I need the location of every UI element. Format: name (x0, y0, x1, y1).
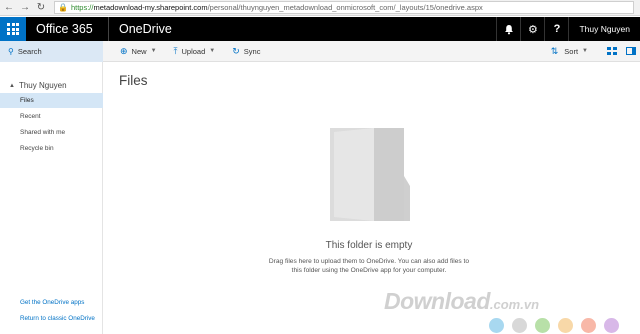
tiles-view-icon[interactable] (602, 41, 622, 62)
bell-icon[interactable] (496, 17, 520, 41)
new-button[interactable]: ⊕ New ▼ (120, 46, 157, 57)
empty-state-description: Drag files here to upload them to OneDri… (268, 258, 470, 274)
nav-item-files[interactable]: Files (0, 93, 103, 108)
watermark-dot (581, 318, 596, 333)
reload-icon[interactable]: ↻ (34, 1, 48, 15)
back-arrow-icon[interactable]: ← (2, 1, 16, 15)
nav-owner-label: Thuy Nguyen (18, 81, 67, 90)
search-icon: ⚲ (8, 46, 14, 56)
nav-owner[interactable]: ▲ Thuy Nguyen (9, 81, 67, 90)
sort-label: Sort (564, 46, 579, 56)
url-scheme: https:// (70, 3, 94, 12)
nav-item-shared[interactable]: Shared with me (0, 125, 103, 140)
watermark-dot (558, 318, 573, 333)
suite-bar: Office 365 OneDrive ⚙ ? Thuy Nguyen (0, 17, 640, 41)
sort-icon: ⇅ (550, 45, 559, 56)
browser-toolbar: ← → ↻ 🔒 https://metadownload-my.sharepoi… (0, 0, 640, 16)
chevron-down-icon: ▼ (209, 48, 216, 54)
watermark-text: Download (384, 288, 490, 314)
waffle-icon (7, 23, 19, 35)
new-label: New (131, 46, 147, 56)
plus-icon: ⊕ (120, 45, 128, 56)
chevron-up-icon: ▲ (9, 82, 15, 89)
search-input[interactable]: ⚲ Search (0, 40, 103, 62)
gear-icon[interactable]: ⚙ (520, 17, 544, 41)
command-bar: ⚲ Search ⊕ New ▼ ⤒ Upload ▼ ↻ Sync ⇅ Sor… (0, 40, 640, 62)
help-icon[interactable]: ? (544, 17, 568, 41)
download-watermark-logo: Download.com.vn (384, 288, 624, 314)
watermark-suffix: .com.vn (489, 297, 540, 312)
office-brand[interactable]: Office 365 (36, 22, 100, 36)
url-domain: metadownload-my.sharepoint.com (93, 3, 208, 12)
nav-item-recent[interactable]: Recent (0, 109, 103, 124)
upload-icon: ⤒ (173, 45, 178, 56)
sync-label: Sync (243, 46, 261, 56)
sort-button[interactable]: ⇅ Sort ▼ (551, 46, 588, 57)
watermark-dots (489, 318, 619, 333)
details-pane-icon[interactable] (622, 41, 640, 62)
left-nav: ▲ Thuy Nguyen Files Recent Shared with m… (0, 62, 103, 334)
forward-arrow-icon[interactable]: → (18, 1, 32, 15)
upload-button[interactable]: ⤒ Upload ▼ (174, 46, 216, 57)
address-bar[interactable]: 🔒 https://metadownload-my.sharepoint.com… (54, 1, 634, 14)
chevron-down-icon: ▼ (582, 48, 588, 54)
empty-state-title: This folder is empty (325, 240, 413, 251)
app-launcher-button[interactable] (0, 17, 26, 41)
sync-button[interactable]: ↻ Sync (232, 46, 260, 57)
return-classic-link[interactable]: Return to classic OneDrive (20, 315, 98, 323)
user-name[interactable]: Thuy Nguyen (568, 17, 640, 41)
page-title: Files (119, 73, 148, 88)
watermark-dot (604, 318, 619, 333)
watermark-dot (512, 318, 527, 333)
empty-folder-icon (330, 128, 412, 221)
lock-icon: 🔒 (58, 3, 68, 12)
app-name[interactable]: OneDrive (119, 22, 172, 36)
watermark-dot (535, 318, 550, 333)
get-apps-link[interactable]: Get the OneDrive apps (20, 299, 98, 307)
watermark-dot (489, 318, 504, 333)
upload-label: Upload (181, 46, 206, 56)
nav-item-recycle-bin[interactable]: Recycle bin (0, 141, 103, 156)
suite-divider (108, 17, 109, 41)
url-path: /personal/thuynguyen_metadownload_onmicr… (207, 3, 483, 12)
chevron-down-icon: ▼ (150, 48, 157, 54)
sync-icon: ↻ (232, 45, 240, 56)
search-label: Search (17, 46, 42, 56)
